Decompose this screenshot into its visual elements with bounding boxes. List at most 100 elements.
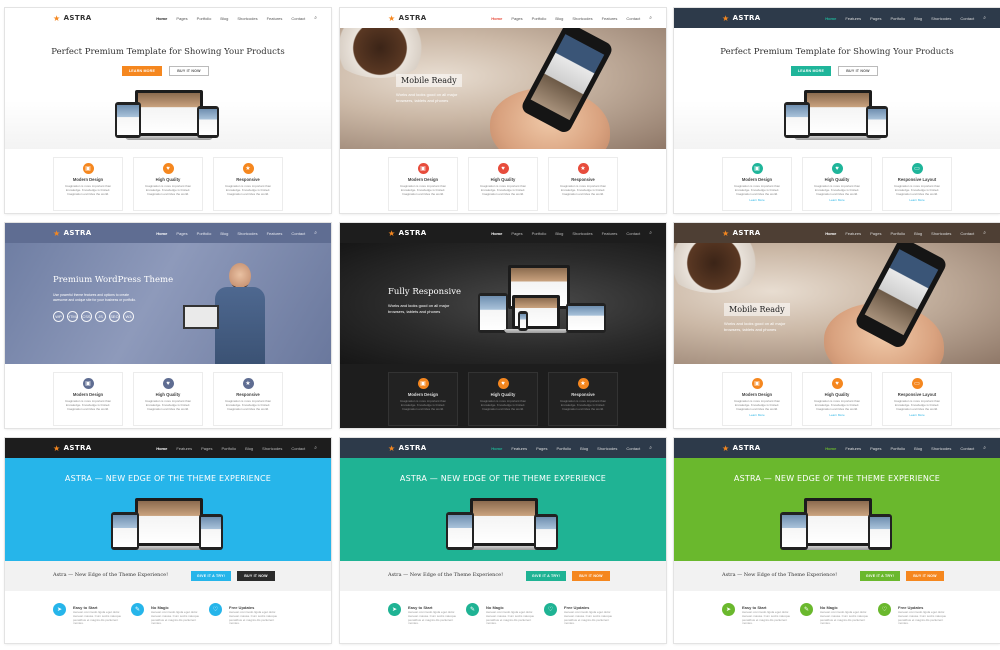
menu-item[interactable]: Portfolio [197, 231, 212, 236]
menu-item[interactable]: Shortcodes [237, 16, 257, 21]
menu-item[interactable]: Pages [176, 231, 187, 236]
menu-item[interactable]: Portfolio [532, 231, 547, 236]
menu-item[interactable]: Shortcodes [931, 231, 951, 236]
search-icon[interactable]: ⌕ [314, 230, 317, 236]
menu-item[interactable]: Features [267, 16, 283, 21]
logo[interactable]: ★ ASTRA [53, 444, 92, 453]
menu-item[interactable]: Home [156, 231, 167, 236]
logo[interactable]: ★ ASTRA [388, 444, 427, 453]
menu-item[interactable]: Shortcodes [237, 231, 257, 236]
menu-item[interactable]: Shortcodes [262, 446, 282, 451]
menu-item[interactable]: Home [825, 231, 836, 236]
buy-now-button[interactable]: BUY IT NOW [838, 66, 878, 76]
menu-item[interactable]: Blog [555, 16, 563, 21]
menu-item[interactable]: Home [491, 231, 502, 236]
menu-item[interactable]: Blog [914, 231, 922, 236]
menu-item[interactable]: Shortcodes [597, 446, 617, 451]
menu-item[interactable]: Contact [626, 446, 640, 451]
menu-item[interactable]: Features [602, 231, 618, 236]
logo[interactable]: ★ ASTRA [388, 14, 427, 23]
menu-item[interactable]: Shortcodes [931, 16, 951, 21]
menu-item[interactable]: Blog [555, 231, 563, 236]
buy-now-button[interactable]: BUY IT NOW [906, 571, 944, 581]
menu-item[interactable]: Pages [870, 446, 881, 451]
menu-item[interactable]: Blog [914, 446, 922, 451]
logo[interactable]: ★ ASTRA [722, 229, 761, 238]
preview-card-7[interactable]: ★ ASTRA Home Features Pages Portfolio Blo… [5, 438, 331, 643]
menu-item[interactable]: Home [491, 16, 502, 21]
buy-now-button[interactable]: BUY IT NOW [169, 66, 209, 76]
search-icon[interactable]: ⌕ [649, 230, 652, 236]
menu-item[interactable]: Portfolio [890, 446, 905, 451]
give-it-a-try-button[interactable]: GIVE IT A TRY! [526, 571, 566, 581]
menu-item[interactable]: Features [845, 16, 861, 21]
menu-item[interactable]: Shortcodes [931, 446, 951, 451]
menu-item[interactable]: Pages [870, 16, 881, 21]
menu-item[interactable]: Contact [291, 16, 305, 21]
logo[interactable]: ★ ASTRA [53, 229, 92, 238]
search-icon[interactable]: ⌕ [314, 445, 317, 451]
menu-item[interactable]: Pages [536, 446, 547, 451]
menu-item[interactable]: Contact [626, 231, 640, 236]
learn-more-link[interactable]: Learn More [723, 198, 791, 202]
preview-card-8[interactable]: ★ ASTRA Home Features Pages Portfolio Blo… [340, 438, 666, 643]
menu-item[interactable]: Home [491, 446, 502, 451]
menu-item[interactable]: Contact [960, 446, 974, 451]
search-icon[interactable]: ⌕ [983, 230, 986, 236]
logo[interactable]: ★ ASTRA [722, 444, 761, 453]
give-it-a-try-button[interactable]: GIVE IT A TRY! [860, 571, 900, 581]
menu-item[interactable]: Pages [201, 446, 212, 451]
menu-item[interactable]: Shortcodes [572, 16, 592, 21]
search-icon[interactable]: ⌕ [314, 15, 317, 21]
search-icon[interactable]: ⌕ [983, 445, 986, 451]
menu-item[interactable]: Blog [245, 446, 253, 451]
preview-card-9[interactable]: ★ ASTRA Home Features Pages Portfolio Blo… [674, 438, 1000, 643]
logo[interactable]: ★ ASTRA [53, 14, 92, 23]
learn-more-button[interactable]: LEARN MORE [122, 66, 162, 76]
buy-now-button[interactable]: BUY IT NOW [572, 571, 610, 581]
menu-item[interactable]: Pages [511, 231, 522, 236]
menu-item[interactable]: Blog [914, 16, 922, 21]
menu-item[interactable]: Contact [960, 231, 974, 236]
menu-item[interactable]: Features [845, 231, 861, 236]
search-icon[interactable]: ⌕ [983, 15, 986, 21]
menu-item[interactable]: Features [176, 446, 192, 451]
menu-item[interactable]: Pages [870, 231, 881, 236]
menu-item[interactable]: Contact [291, 446, 305, 451]
preview-card-3[interactable]: ★ ASTRA Home Features Pages Portfolio Blo… [674, 8, 1000, 213]
search-icon[interactable]: ⌕ [649, 15, 652, 21]
menu-item[interactable]: Features [511, 446, 527, 451]
menu-item[interactable]: Contact [960, 16, 974, 21]
menu-item[interactable]: Home [825, 446, 836, 451]
menu-item[interactable]: Shortcodes [572, 231, 592, 236]
menu-item[interactable]: Pages [511, 16, 522, 21]
menu-item[interactable]: Portfolio [890, 16, 905, 21]
preview-card-6[interactable]: ★ ASTRA Home Features Pages Portfolio Blo… [674, 223, 1000, 428]
learn-more-link[interactable]: Learn More [723, 413, 791, 417]
buy-now-button[interactable]: BUY IT NOW [237, 571, 275, 581]
menu-item[interactable]: Contact [626, 16, 640, 21]
learn-more-link[interactable]: Learn More [803, 198, 871, 202]
give-it-a-try-button[interactable]: GIVE IT A TRY! [191, 571, 231, 581]
preview-card-5[interactable]: ★ ASTRA Home Pages Portfolio Blog Shortco… [340, 223, 666, 428]
menu-item[interactable]: Blog [220, 16, 228, 21]
menu-item[interactable]: Home [156, 446, 167, 451]
menu-item[interactable]: Features [602, 16, 618, 21]
learn-more-link[interactable]: Learn More [883, 413, 951, 417]
menu-item[interactable]: Portfolio [532, 16, 547, 21]
search-icon[interactable]: ⌕ [649, 445, 652, 451]
menu-item[interactable]: Features [845, 446, 861, 451]
menu-item[interactable]: Portfolio [556, 446, 571, 451]
menu-item[interactable]: Features [267, 231, 283, 236]
menu-item[interactable]: Home [825, 16, 836, 21]
logo[interactable]: ★ ASTRA [722, 14, 761, 23]
menu-item[interactable]: Blog [220, 231, 228, 236]
menu-item[interactable]: Pages [176, 16, 187, 21]
learn-more-button[interactable]: LEARN MORE [791, 66, 831, 76]
logo[interactable]: ★ ASTRA [388, 229, 427, 238]
menu-item[interactable]: Blog [580, 446, 588, 451]
preview-card-1[interactable]: ★ ASTRA Home Pages Portfolio Blog Shortco… [5, 8, 331, 213]
learn-more-link[interactable]: Learn More [883, 198, 951, 202]
preview-card-4[interactable]: ★ ASTRA Home Pages Portfolio Blog Shortco… [5, 223, 331, 428]
menu-item[interactable]: Portfolio [221, 446, 236, 451]
